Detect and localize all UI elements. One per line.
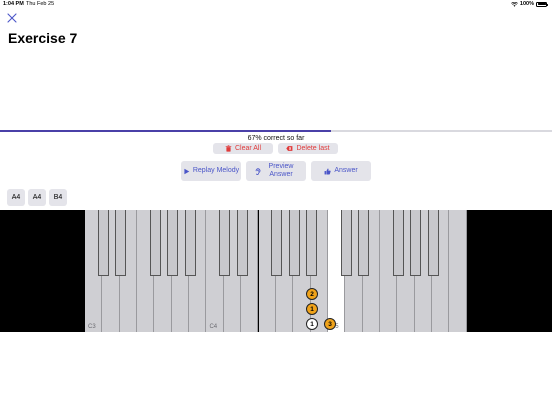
battery-percent: 100% — [519, 1, 534, 7]
black-key[interactable] — [410, 210, 422, 276]
piano-keyboard: C5C4C3 2 1 1 3 — [85, 210, 467, 332]
note-marker[interactable]: 2 — [306, 288, 318, 300]
note-chip[interactable]: B4 — [49, 189, 67, 206]
black-key[interactable] — [184, 210, 196, 276]
close-icon[interactable] — [7, 13, 17, 23]
black-key[interactable] — [271, 210, 283, 276]
note-marker[interactable]: 3 — [324, 318, 336, 330]
status-bar: 1:04 PM Thu Feb 25 100% — [0, 0, 552, 9]
preview-answer-button[interactable]: Preview Answer — [246, 161, 306, 181]
trash-icon — [225, 145, 232, 152]
thumbs-up-icon — [324, 168, 331, 174]
black-key[interactable] — [340, 210, 352, 276]
black-key[interactable] — [427, 210, 439, 276]
replay-melody-label: Replay Melody — [192, 166, 240, 174]
black-key[interactable] — [167, 210, 179, 276]
black-key[interactable] — [358, 210, 370, 276]
replay-melody-button[interactable]: Replay Melody — [181, 161, 241, 181]
preview-answer-label: Preview Answer — [268, 162, 294, 178]
black-key[interactable] — [115, 210, 127, 276]
status-date: Thu Feb 25 — [26, 1, 55, 7]
ear-icon — [255, 167, 261, 175]
app-screen: 1:04 PM Thu Feb 25 100% Exercise 7 67% c… — [0, 0, 552, 414]
note-marker[interactable]: 1 — [306, 318, 318, 330]
octave-label: C4 — [209, 324, 218, 330]
note-marker[interactable]: 1 — [306, 303, 318, 315]
black-key[interactable] — [392, 210, 404, 276]
status-time: 1:04 PM — [3, 1, 24, 7]
progress-text: 67% correct so far — [247, 135, 305, 142]
delete-last-button[interactable]: Delete last — [278, 143, 338, 154]
status-right: 100% — [511, 1, 548, 7]
page-title: Exercise 7 — [8, 30, 78, 46]
black-key[interactable] — [236, 210, 248, 276]
octave-label: C3 — [88, 324, 96, 330]
clear-all-button[interactable]: Clear All — [213, 143, 273, 154]
delete-last-label: Delete last — [296, 145, 330, 152]
clear-all-label: Clear All — [234, 145, 262, 152]
piano-area: C5C4C3 2 1 1 3 — [0, 210, 552, 332]
answer-label: Answer — [334, 166, 358, 174]
black-key[interactable] — [288, 210, 300, 276]
note-chip[interactable]: A4 — [28, 189, 46, 206]
black-key[interactable] — [149, 210, 161, 276]
progress-fill — [0, 130, 332, 132]
note-chip[interactable]: A4 — [7, 189, 25, 206]
black-key[interactable] — [97, 210, 109, 276]
battery-icon — [536, 1, 548, 7]
white-key[interactable] — [449, 210, 467, 332]
black-key[interactable] — [306, 210, 318, 276]
black-key[interactable] — [219, 210, 231, 276]
wifi-icon — [511, 1, 518, 7]
delete-backward-icon — [286, 146, 293, 151]
answer-button[interactable]: Answer — [311, 161, 371, 181]
play-icon — [184, 168, 190, 174]
progress-bar — [0, 130, 552, 132]
